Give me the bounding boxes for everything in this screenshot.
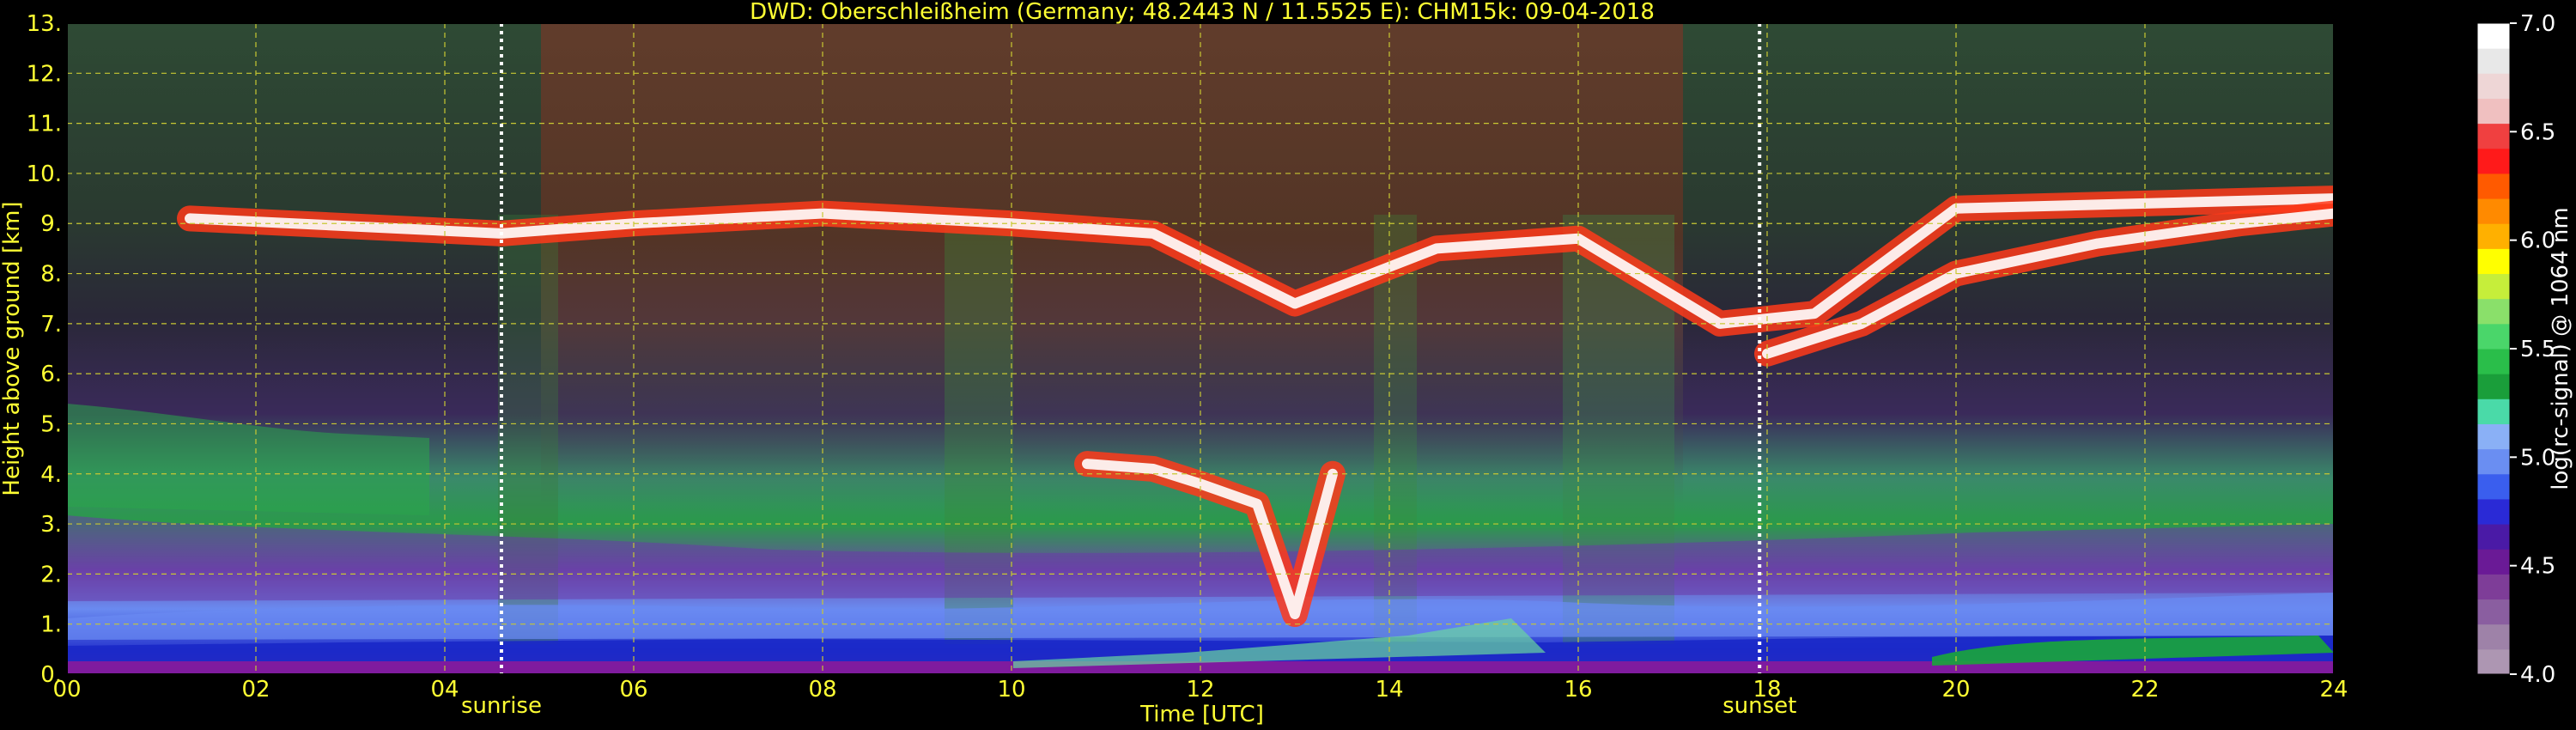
colorbar-tick-label: 4.0	[2520, 662, 2555, 688]
colorbar-swatch	[2477, 374, 2510, 399]
colorbar-swatch	[2477, 198, 2510, 224]
x-tick-label: 16	[1564, 677, 1592, 703]
colorbar-swatch	[2477, 473, 2510, 500]
colorbar-swatch	[2477, 298, 2510, 325]
y-tick-label: 11.	[27, 112, 62, 137]
x-tick-label: 14	[1375, 677, 1403, 703]
colorbar-tick-label: 6.5	[2520, 119, 2555, 145]
x-tick-label: 02	[241, 677, 270, 703]
lidar-chart: sunrise sunset 0.1.2.3.4.5.6.7.8.9.10.11.…	[0, 0, 2573, 727]
colorbar-swatch	[2477, 398, 2510, 424]
colorbar-swatch	[2477, 73, 2510, 99]
colorbar-swatch	[2477, 549, 2510, 575]
y-tick-label: 2.	[40, 562, 62, 587]
x-tick-label: 20	[1941, 677, 1970, 703]
x-tick-label: 08	[808, 677, 836, 703]
colorbar-swatch	[2477, 349, 2510, 374]
x-tick-label: 24	[2319, 677, 2348, 703]
x-tick-label: 12	[1186, 677, 1214, 703]
y-tick-label: 1.	[40, 612, 62, 638]
x-tick-label: 06	[619, 677, 647, 703]
colorbar-swatch	[2477, 599, 2510, 625]
x-tick-label: 10	[997, 677, 1025, 703]
y-tick-label: 5.	[40, 411, 62, 437]
y-tick-label: 10.	[27, 161, 62, 187]
colorbar-swatch	[2477, 448, 2510, 475]
colorbar-swatch	[2477, 173, 2510, 199]
y-tick-label: 13.	[27, 11, 62, 37]
y-axis-label: Height above ground [km]	[0, 201, 25, 496]
colorbar-tick-label: 7.0	[2520, 11, 2555, 37]
colorbar-swatch	[2477, 248, 2510, 275]
y-tick-label: 9.	[40, 211, 62, 237]
colorbar-swatch	[2477, 323, 2510, 350]
colorbar-label: log(rc-signal) @ 1064 nm	[2548, 207, 2573, 490]
y-tick-label: 8.	[40, 262, 62, 288]
y-tick-label: 3.	[40, 512, 62, 538]
colorbar-swatch	[2477, 498, 2510, 525]
sunrise-label: sunrise	[461, 693, 542, 719]
y-tick-label: 6.	[40, 362, 62, 387]
y-tick-label: 7.	[40, 312, 62, 338]
colorbar-swatch	[2477, 223, 2510, 249]
y-tick-label: 4.	[40, 462, 62, 488]
x-tick-label: 18	[1753, 677, 1781, 703]
y-tick-label: 12.	[27, 61, 62, 87]
colorbar-tick-label: 4.5	[2520, 554, 2555, 580]
colorbar-swatch	[2477, 624, 2510, 650]
colorbar-swatch	[2477, 574, 2510, 600]
colorbar-swatch	[2477, 648, 2510, 675]
x-tick-label: 22	[2130, 677, 2159, 703]
colorbar-swatch	[2477, 423, 2510, 450]
x-axis-label: Time [UTC]	[1139, 702, 1264, 727]
colorbar-swatch	[2477, 23, 2510, 49]
colorbar-swatch	[2477, 98, 2510, 125]
colorbar: 4.04.55.05.56.06.57.0	[2476, 11, 2555, 688]
colorbar-swatch	[2477, 273, 2510, 300]
colorbar-swatch	[2477, 123, 2510, 149]
colorbar-swatch	[2477, 524, 2510, 550]
colorbar-swatch	[2477, 148, 2510, 174]
x-tick-label: 04	[430, 677, 459, 703]
chart-title: DWD: Oberschleißheim (Germany; 48.2443 N…	[750, 0, 1655, 25]
colorbar-swatch	[2477, 48, 2510, 74]
x-tick-label: 00	[52, 677, 81, 703]
